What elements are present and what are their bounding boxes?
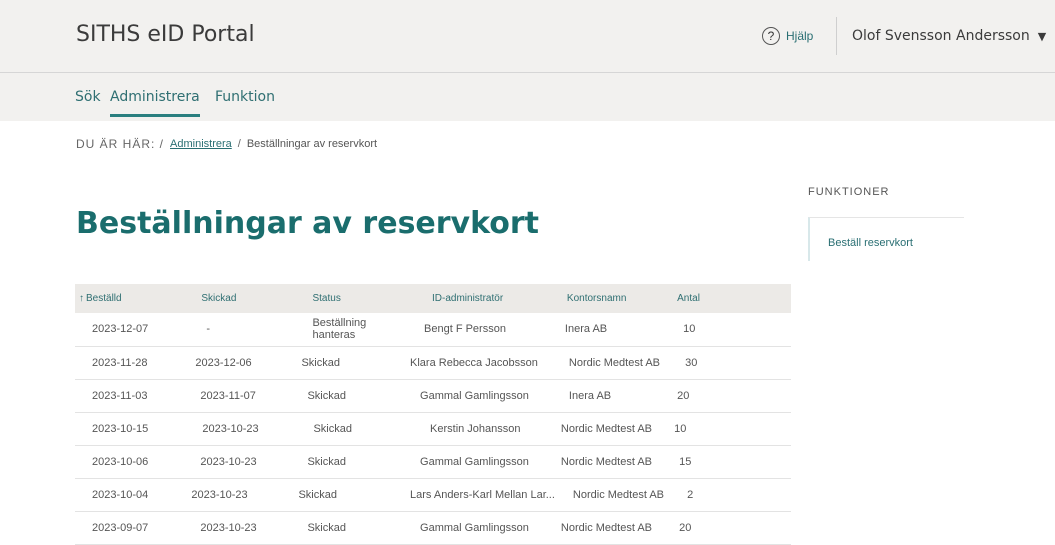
cell-kontorsnamn: Inera AB [564,323,608,336]
help-icon: ? [762,27,780,45]
cell-id-administrator: Klara Rebecca Jacobsson [410,356,538,369]
cell-bestalld: 2023-09-07 [92,521,149,534]
chevron-down-icon: ▼ [1037,29,1047,43]
cell-status: Skickad [298,488,337,501]
cell-bestalld: 2023-10-06 [92,455,149,468]
cell-id-administrator: Gammal Gamlingsson [420,455,529,468]
cell-antal: 20 [677,389,690,402]
breadcrumb: DU ÄR HÄR: / Administrera / Beställninga… [76,137,377,151]
top-header: SITHS eID Portal ? Hjälp Olof Svensson A… [0,0,1055,73]
functions-heading: FUNKTIONER [808,186,890,198]
cell-id-administrator: Bengt F Persson [424,323,506,336]
column-header-id-administrator[interactable]: ID-administratör [410,284,555,313]
cell-kontorsnamn: Nordic Medtest AB [560,455,653,468]
order-reserve-card-link[interactable]: Beställ reservkort [828,237,913,249]
table-header-row: ↑ Beställd Skickad Status ID-administratö… [75,284,791,313]
cell-id-administrator: Lars Anders-Karl Mellan Lar... [410,488,555,501]
cell-status: Skickad [313,422,352,435]
cell-skickad: 2023-12-06 [195,356,252,369]
breadcrumb-link-administrera[interactable]: Administrera [170,138,232,150]
table-row[interactable]: 2023-10-06 2023-10-23 Skickad Gammal Gam… [75,445,791,478]
column-header-status[interactable]: Status [298,284,410,313]
cell-skickad: 2023-10-23 [200,521,257,534]
cell-kontorsnamn: Nordic Medtest AB [572,488,665,501]
nav-item-sok[interactable]: Sök [75,89,101,105]
cell-bestalld: 2023-11-03 [92,389,148,402]
cell-skickad: 2023-10-23 [202,422,259,435]
page-title: Beställningar av reservkort [76,206,540,241]
cell-skickad: 2023-10-23 [200,455,257,468]
user-name: Olof Svensson Andersson [852,28,1030,44]
breadcrumb-separator: / [237,138,241,150]
column-header-skickad[interactable]: Skickad [188,284,298,313]
table-row[interactable]: 2023-11-28 2023-12-06 Skickad Klara Rebe… [75,346,791,379]
table-row[interactable]: 2023-09-07 2023-10-23 Skickad Gammal Gam… [75,511,791,544]
app-title[interactable]: SITHS eID Portal [76,22,255,47]
cell-status: Skickad [301,356,340,369]
cell-skickad: 2023-11-07 [200,389,256,402]
help-label: Hjälp [786,29,814,43]
cell-antal: 2 [687,488,694,501]
sort-up-arrow-icon: ↑ [79,293,84,304]
column-header-kontorsnamn[interactable]: Kontorsnamn [555,284,671,313]
table-row[interactable]: 2023-11-03 2023-11-07 Skickad Gammal Gam… [75,379,791,412]
cell-skickad: - [206,323,211,336]
cell-kontorsnamn: Inera AB [568,389,612,402]
column-header-bestalld[interactable]: ↑ Beställd [75,284,188,313]
table-row[interactable]: 2023-10-04 2023-10-23 Skickad Lars Ander… [75,478,791,511]
nav-item-funktion[interactable]: Funktion [215,89,275,105]
help-button[interactable]: ? Hjälp [762,27,813,45]
functions-panel: FUNKTIONER Beställ reservkort [808,186,964,261]
header-divider [836,17,837,55]
functions-list: Beställ reservkort [808,217,964,261]
column-header-antal[interactable]: Antal [671,284,791,313]
cell-antal: 20 [679,521,692,534]
cell-status: Skickad [307,389,346,402]
cell-bestalld: 2023-10-04 [92,488,149,501]
cell-id-administrator: Gammal Gamlingsson [420,521,529,534]
orders-table: ↑ Beställd Skickad Status ID-administratö… [75,284,791,545]
cell-kontorsnamn: Nordic Medtest AB [560,521,653,534]
cell-antal: 10 [674,422,687,435]
table-row[interactable]: 2023-10-15 2023-10-23 Skickad Kerstin Jo… [75,412,791,445]
cell-id-administrator: Gammal Gamlingsson [420,389,529,402]
cell-kontorsnamn: Nordic Medtest AB [560,422,653,435]
cell-kontorsnamn: Nordic Medtest AB [568,356,661,369]
cell-status: Skickad [307,455,346,468]
cell-id-administrator: Kerstin Johansson [430,422,521,435]
main-nav: Sök Administrera Funktion [0,73,1055,121]
user-menu[interactable]: Olof Svensson Andersson ▼ [852,28,1046,44]
cell-antal: 30 [685,356,698,369]
cell-antal: 15 [679,455,692,468]
cell-antal: 10 [683,323,696,336]
breadcrumb-current: Beställningar av reservkort [246,138,378,150]
cell-bestalld: 2023-10-15 [92,422,149,435]
cell-skickad: 2023-10-23 [191,488,248,501]
breadcrumb-prefix: DU ÄR HÄR: / [76,137,165,151]
cell-bestalld: 2023-11-28 [92,356,148,369]
cell-status: Beställning hanteras [312,317,367,342]
table-row[interactable]: 2023-12-07 - Beställning hanteras Bengt … [75,313,791,346]
cell-bestalld: 2023-12-07 [92,323,149,336]
cell-status: Skickad [307,521,346,534]
nav-item-administrera[interactable]: Administrera [110,89,200,117]
